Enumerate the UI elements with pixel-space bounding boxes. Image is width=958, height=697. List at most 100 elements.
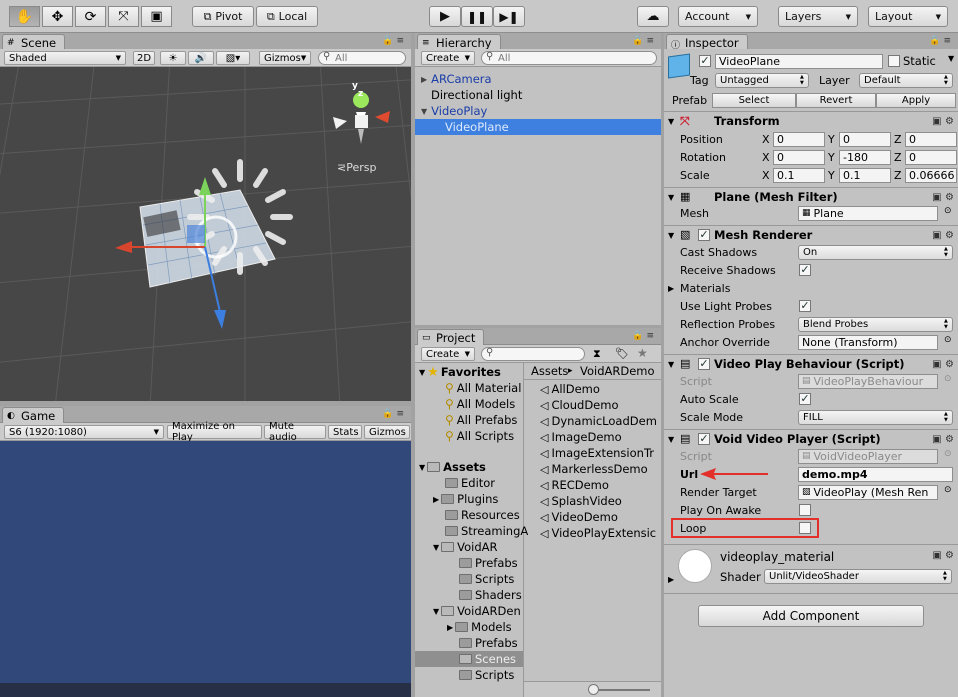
- file-videoplayextension[interactable]: ◁ VideoPlayExtensic: [540, 525, 656, 541]
- folder-voidar-scripts[interactable]: Scripts: [459, 571, 514, 587]
- lighting-toggle[interactable]: ☀: [160, 51, 186, 65]
- resolution-dropdown[interactable]: S6 (1920:1080) ▼: [4, 425, 164, 439]
- auto-scale-checkbox[interactable]: ✓: [799, 393, 811, 405]
- search-by-label-icon[interactable]: 🏷: [615, 347, 629, 360]
- tag-dropdown[interactable]: Untagged: [715, 73, 809, 88]
- collapse-arrow-icon[interactable]: ▼: [419, 463, 425, 472]
- folder-plugins[interactable]: ▶ Plugins: [433, 491, 498, 507]
- file-videodemo[interactable]: ◁ VideoDemo: [540, 509, 618, 525]
- file-dynamicloaddemo[interactable]: ◁ DynamicLoadDem: [540, 413, 657, 429]
- expand-arrow-icon[interactable]: ▶: [433, 495, 439, 504]
- move-tool-button[interactable]: ✥: [42, 6, 73, 27]
- collapse-arrow-icon[interactable]: ▼: [421, 107, 427, 116]
- collapse-arrow-icon[interactable]: ▼: [668, 117, 674, 126]
- shader-dropdown[interactable]: Unlit/VideoShader: [764, 569, 952, 584]
- project-create-dropdown[interactable]: Create ▼: [421, 347, 475, 361]
- prefab-apply-button[interactable]: Apply: [876, 93, 956, 108]
- collapse-arrow-icon[interactable]: ▼: [668, 435, 674, 444]
- stats-toggle[interactable]: Stats: [328, 425, 362, 439]
- panel-menu-icon[interactable]: 🔒≡: [632, 36, 657, 46]
- persp-label[interactable]: ⋜Persp: [337, 161, 376, 174]
- hierarchy-search-input[interactable]: All: [481, 51, 657, 65]
- panel-menu-icon[interactable]: 🔒≡: [632, 331, 657, 341]
- collapse-arrow-icon[interactable]: ▼: [419, 368, 425, 377]
- layers-dropdown[interactable]: Layers: [778, 6, 858, 27]
- render-target-field[interactable]: ▧ VideoPlay (Mesh Ren: [798, 484, 938, 500]
- static-dropdown-icon[interactable]: ▼: [948, 54, 954, 63]
- collapse-arrow-icon[interactable]: ▼: [433, 543, 439, 552]
- expand-arrow-icon[interactable]: ▶: [421, 75, 427, 84]
- favorite-star-icon[interactable]: ★: [637, 346, 648, 360]
- project-search-input[interactable]: [481, 347, 585, 361]
- collapse-arrow-icon[interactable]: ▼: [668, 360, 674, 369]
- prefab-revert-button[interactable]: Revert: [796, 93, 876, 108]
- orientation-gizmo[interactable]: [333, 92, 390, 144]
- hierarchy-item-directional-light[interactable]: Directional light: [415, 87, 661, 103]
- object-picker-icon[interactable]: ⊙: [944, 335, 952, 345]
- scale-tool-button[interactable]: ⤧: [108, 6, 139, 27]
- folder-streamingassets[interactable]: StreamingA: [445, 523, 528, 539]
- rotate-tool-button[interactable]: ⟳: [75, 6, 106, 27]
- favorite-all-scripts[interactable]: ⚲ All Scripts: [445, 428, 514, 444]
- receive-shadows-checkbox[interactable]: ✓: [799, 264, 811, 276]
- file-splashvideo[interactable]: ◁ SplashVideo: [540, 493, 622, 509]
- help-settings-icon[interactable]: ▣ ⚙: [932, 116, 954, 127]
- breadcrumb-voidardemo[interactable]: VoidARDemo: [580, 363, 655, 379]
- expand-arrow-icon[interactable]: ▶: [447, 623, 453, 632]
- scene-view[interactable]: y z ⋜Persp: [0, 67, 411, 401]
- folder-voidar[interactable]: ▼ VoidAR: [433, 539, 498, 555]
- object-picker-icon[interactable]: ⊙: [944, 206, 952, 216]
- maximize-on-play-toggle[interactable]: Maximize on Play: [167, 421, 262, 443]
- panel-menu-icon[interactable]: 🔒≡: [382, 36, 407, 46]
- folder-voidar-prefabs[interactable]: Prefabs: [459, 555, 518, 571]
- game-gizmos-toggle[interactable]: Gizmos: [364, 425, 410, 439]
- file-alldemo[interactable]: ◁ AllDemo: [540, 381, 600, 397]
- rect-tool-button[interactable]: ▣: [141, 6, 172, 27]
- object-picker-icon[interactable]: ⊙: [944, 485, 952, 495]
- local-button[interactable]: ⧉ Local: [256, 6, 318, 27]
- favorites-folder[interactable]: ▼ ★ Favorites: [419, 364, 501, 380]
- audio-toggle[interactable]: 🔊: [188, 51, 214, 65]
- game-view[interactable]: [0, 441, 411, 683]
- 2d-toggle[interactable]: 2D: [133, 51, 155, 65]
- static-checkbox[interactable]: [888, 55, 900, 67]
- file-recdemo[interactable]: ◁ RECDemo: [540, 477, 609, 493]
- tab-game[interactable]: ◐ Game: [2, 407, 65, 423]
- rotation-y-field[interactable]: -180: [839, 149, 891, 165]
- collapse-arrow-icon[interactable]: ▼: [433, 607, 439, 616]
- shading-dropdown[interactable]: Shaded ▼: [4, 51, 126, 65]
- panel-menu-icon[interactable]: 🔒≡: [929, 36, 954, 46]
- materials-row[interactable]: ▶ Materials: [664, 279, 958, 297]
- hierarchy-item-videoplane[interactable]: VideoPlane: [415, 119, 661, 135]
- video-play-behaviour-enabled-checkbox[interactable]: ✓: [698, 358, 710, 370]
- expand-arrow-icon[interactable]: ▶: [668, 284, 674, 293]
- play-on-awake-checkbox[interactable]: [799, 504, 811, 516]
- rotation-x-field[interactable]: 0: [773, 149, 825, 165]
- favorite-all-prefabs[interactable]: ⚲ All Prefabs: [445, 412, 517, 428]
- hierarchy-item-arcamera[interactable]: ▶ ARCamera: [415, 71, 661, 87]
- icon-size-slider[interactable]: [588, 684, 599, 695]
- position-y-field[interactable]: 0: [839, 131, 891, 147]
- collapse-arrow-icon[interactable]: ▼: [668, 231, 674, 240]
- play-button[interactable]: ▶: [429, 6, 461, 27]
- tab-project[interactable]: ▭ Project: [417, 329, 485, 345]
- folder-demo-prefabs[interactable]: Prefabs: [459, 635, 518, 651]
- scale-y-field[interactable]: 0.1: [839, 167, 891, 183]
- transform-header[interactable]: ▼ ⤧ Transform ▣ ⚙: [664, 111, 958, 130]
- url-field[interactable]: demo.mp4: [798, 466, 953, 482]
- position-z-field[interactable]: 0: [905, 131, 957, 147]
- file-clouddemo[interactable]: ◁ CloudDemo: [540, 397, 619, 413]
- pause-button[interactable]: ❚❚: [461, 6, 493, 27]
- scale-x-field[interactable]: 0.1: [773, 167, 825, 183]
- file-imagedemo[interactable]: ◁ ImageDemo: [540, 429, 622, 445]
- mesh-renderer-enabled-checkbox[interactable]: ✓: [698, 229, 710, 241]
- scale-z-field[interactable]: 0.06666: [905, 167, 957, 183]
- tab-hierarchy[interactable]: ≡ Hierarchy: [417, 34, 501, 50]
- hand-tool-button[interactable]: ✋: [9, 6, 40, 27]
- expand-arrow-icon[interactable]: ▶: [668, 575, 674, 584]
- step-button[interactable]: ▶❚: [493, 6, 525, 27]
- file-imageextensiontrack[interactable]: ◁ ImageExtensionTr: [540, 445, 654, 461]
- folder-demo-scripts[interactable]: Scripts: [459, 667, 514, 683]
- help-settings-icon[interactable]: ▣ ⚙: [932, 550, 954, 561]
- hierarchy-item-videoplay[interactable]: ▼ VideoPlay: [415, 103, 661, 119]
